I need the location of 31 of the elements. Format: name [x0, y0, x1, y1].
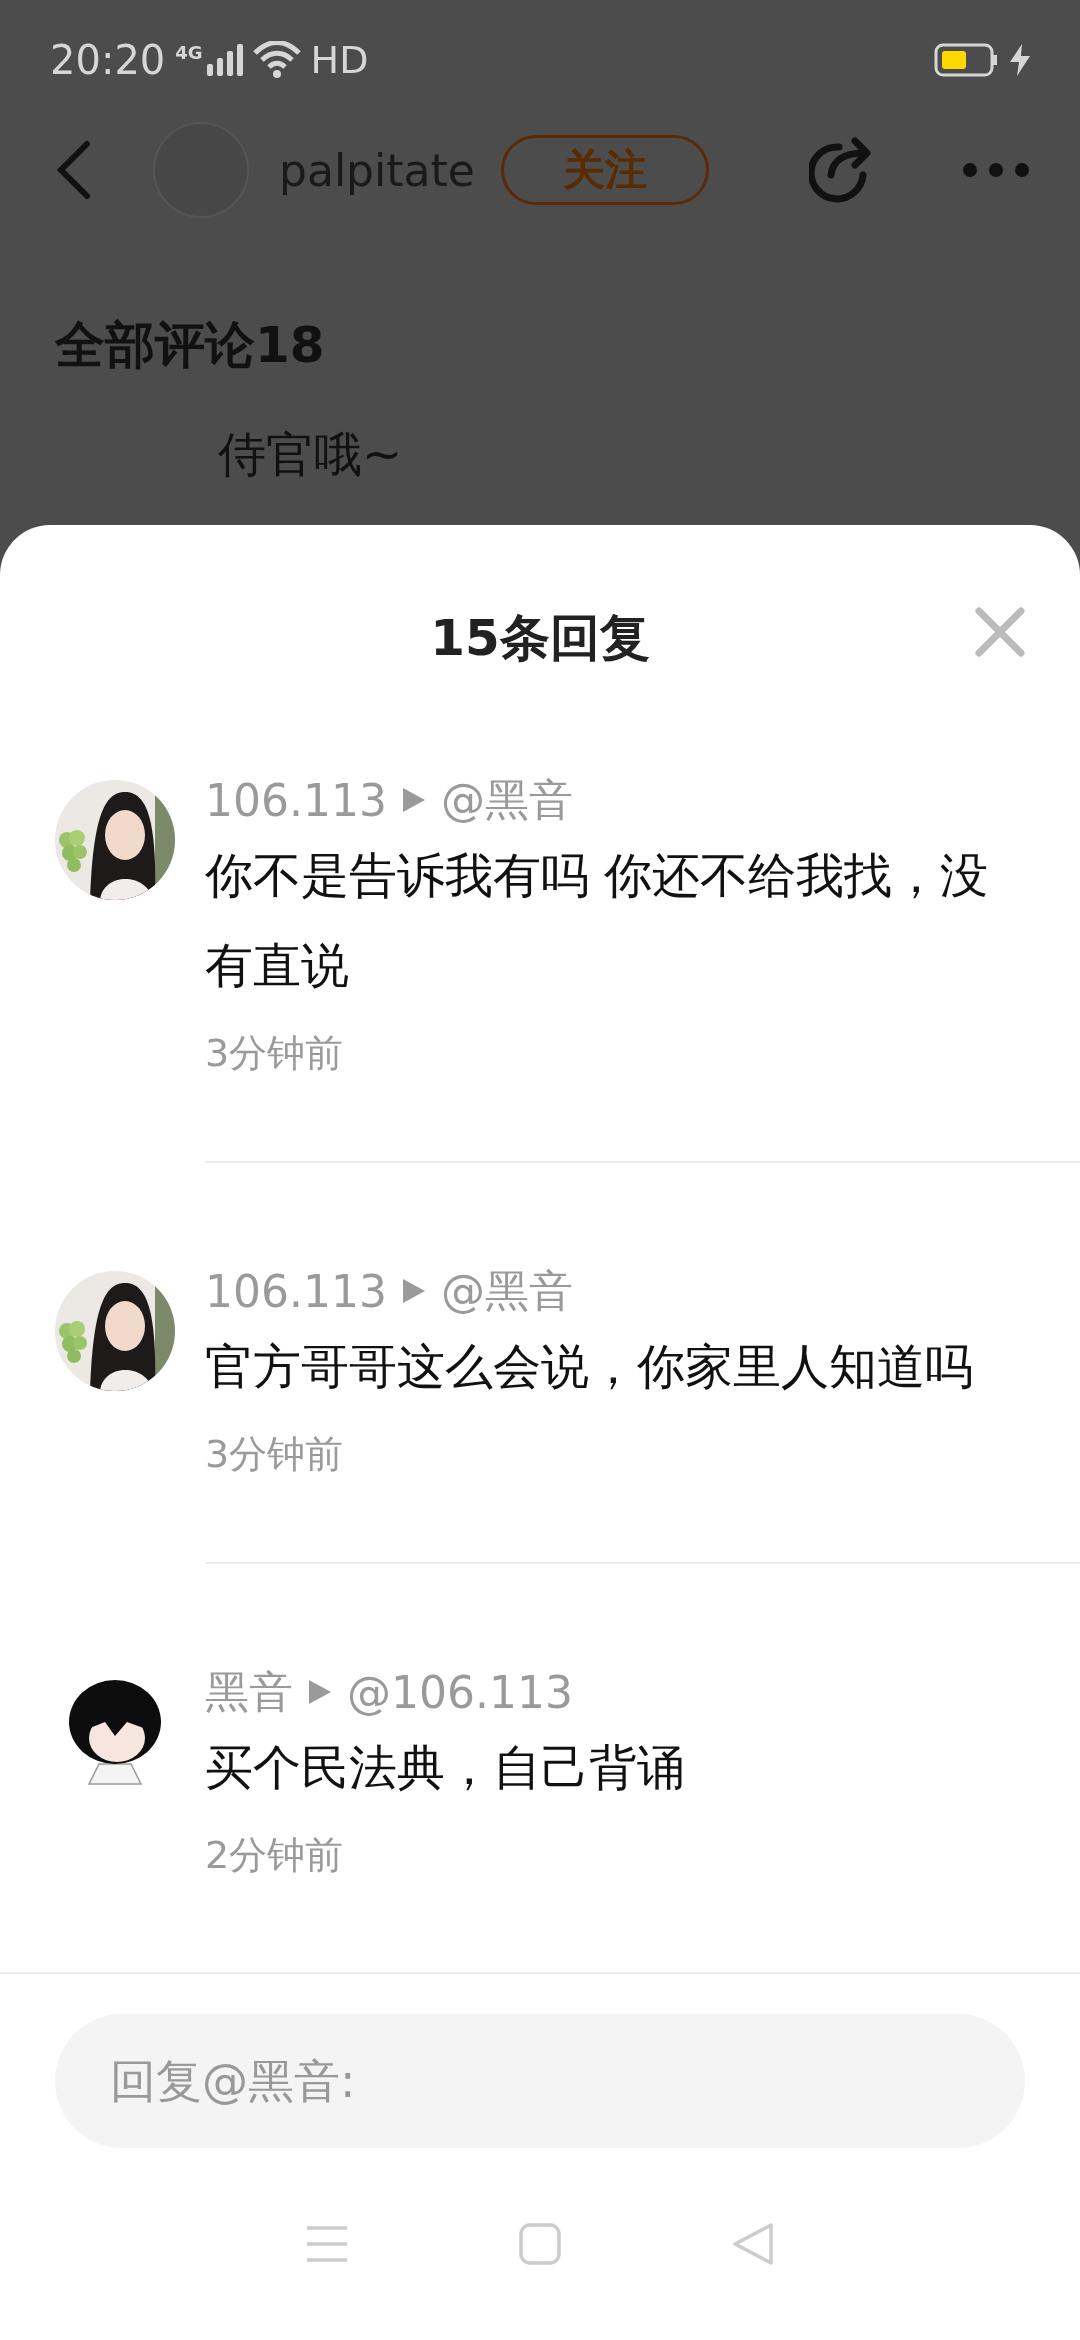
- battery-icon: [934, 42, 1000, 78]
- back-icon[interactable]: [731, 2221, 775, 2267]
- close-icon[interactable]: [975, 607, 1025, 657]
- triangle-icon: [402, 788, 425, 812]
- triangle-icon: [309, 1680, 331, 1704]
- triangle-icon: [402, 1279, 425, 1303]
- network-type: 4G: [175, 42, 203, 63]
- reply-time: 2分钟前: [205, 1832, 345, 1879]
- wifi-icon: [252, 41, 301, 79]
- author-name[interactable]: 106.113: [205, 774, 387, 826]
- menu-icon[interactable]: [305, 2224, 349, 2264]
- signal-icon: [206, 42, 243, 78]
- section-title: 全部评论18: [55, 315, 326, 376]
- hd-label: HD: [310, 38, 369, 82]
- comment-text: 侍官哦~: [218, 425, 404, 484]
- reply-input[interactable]: 回复@黑音:: [55, 2014, 1025, 2148]
- reply-target[interactable]: @黑音: [440, 1261, 573, 1321]
- reply-text: 买个民法典，自己背诵: [205, 1738, 686, 1797]
- reply-text: 官方哥哥这么会说，你家里人知道吗: [205, 1337, 974, 1396]
- author-name[interactable]: 黑音: [205, 1662, 293, 1722]
- reply-target[interactable]: @黑音: [440, 770, 573, 830]
- reply-time: 3分钟前: [205, 1431, 345, 1478]
- reply-time: 3分钟前: [205, 1030, 345, 1077]
- author-name[interactable]: 106.113: [205, 1265, 387, 1317]
- sheet-title: 15条回复: [430, 608, 650, 667]
- reply-text: 你不是告诉我有吗 你还不给我找，没有直说: [205, 846, 990, 995]
- reply-target[interactable]: @106.113: [347, 1666, 573, 1718]
- more-icon[interactable]: [962, 162, 1030, 178]
- home-icon[interactable]: [519, 2223, 561, 2265]
- back-icon[interactable]: [55, 140, 91, 200]
- status-time: 20:20: [50, 37, 166, 83]
